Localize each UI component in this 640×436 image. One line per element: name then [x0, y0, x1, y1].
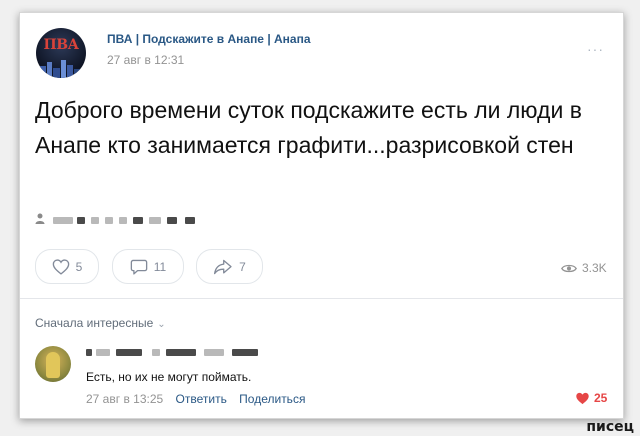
like-count: 5 [75, 259, 83, 274]
screenshot-frame: ПВА ПВА | Подскажите в Анапе | Анапа 27 … [0, 0, 640, 436]
group-logo-text: ПВА [43, 37, 79, 53]
comment-icon [130, 259, 148, 275]
comment-button[interactable]: 11 [112, 249, 184, 284]
comment-sort-dropdown[interactable]: Сначала интересные ⌄ [35, 316, 166, 330]
reply-button[interactable]: Ответить [176, 392, 227, 406]
redacted-commenter-name [96, 349, 110, 356]
redacted-author-name [91, 217, 99, 224]
like-button[interactable]: 5 [35, 249, 99, 284]
skyline-graphic [40, 60, 81, 78]
redacted-author-name [149, 217, 161, 224]
redacted-commenter-name [204, 349, 224, 356]
commenter-avatar[interactable] [35, 346, 71, 382]
comment-text: Есть, но их не могут поймать. [86, 370, 252, 384]
post-text: Доброго времени суток подскажите есть ли… [35, 97, 582, 158]
redacted-author-name [77, 217, 85, 224]
comment-count: 11 [153, 259, 167, 274]
avatar-figure [46, 352, 60, 378]
comment-like-button[interactable]: 25 [575, 391, 607, 405]
heart-icon [52, 258, 69, 275]
redacted-commenter-name [116, 349, 142, 356]
share-count: 7 [239, 259, 246, 274]
share-comment-button[interactable]: Поделиться [239, 392, 305, 406]
comment-sort-label: Сначала интересные [35, 316, 154, 330]
post-timestamp[interactable]: 27 авг в 12:31 [107, 53, 184, 67]
group-avatar[interactable]: ПВА [36, 28, 86, 78]
redacted-author-name [119, 217, 127, 224]
share-button[interactable]: 7 [196, 249, 263, 284]
redacted-author-name [185, 217, 195, 224]
more-options-icon[interactable]: ··· [587, 41, 604, 57]
comment-timestamp[interactable]: 27 авг в 13:25 [86, 392, 163, 406]
comment-meta: 27 авг в 13:25 Ответить Поделиться [86, 392, 305, 406]
view-count: 3.3K [582, 261, 607, 275]
redacted-commenter-name [232, 349, 258, 356]
view-counter: 3.3K [561, 261, 607, 275]
redacted-author-name [133, 217, 143, 224]
redacted-commenter-name [166, 349, 196, 356]
share-icon [214, 259, 232, 274]
redacted-commenter-name [86, 349, 92, 356]
redacted-author-name [105, 217, 113, 224]
eye-icon [561, 264, 577, 272]
heart-filled-icon [576, 392, 589, 404]
person-icon [35, 213, 45, 227]
comments-divider [20, 298, 623, 299]
watermark-text: писец [586, 419, 634, 435]
chevron-down-icon: ⌄ [157, 319, 166, 330]
comment-like-count: 25 [594, 391, 608, 405]
post-card: ПВА ПВА | Подскажите в Анапе | Анапа 27 … [19, 12, 624, 419]
group-name-link[interactable]: ПВА | Подскажите в Анапе | Анапа [107, 32, 311, 46]
redacted-author-name [53, 217, 73, 224]
redacted-author-name [167, 217, 177, 224]
redacted-commenter-name [152, 349, 160, 356]
